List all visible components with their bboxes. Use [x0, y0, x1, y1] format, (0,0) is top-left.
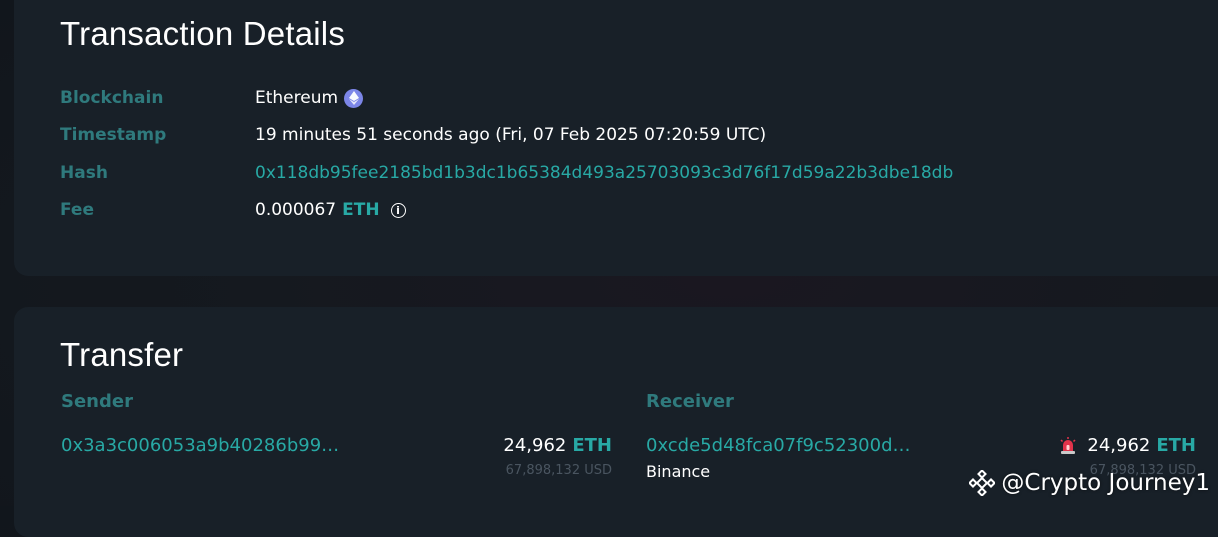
receiver-address-link[interactable]: 0xcde5d48fca07f9c52300d…: [646, 435, 911, 456]
hash-label: Hash: [60, 163, 108, 183]
receiver-amount-unit: ETH: [1156, 435, 1196, 456]
transfer-card: Transfer Sender 0x3a3c006053a9b40286b99……: [14, 307, 1218, 537]
watermark: @Crypto Journey1: [969, 470, 1210, 496]
receiver-heading: Receiver: [646, 391, 734, 412]
sender-amount-value: 24,962: [503, 435, 567, 456]
hash-link[interactable]: 0x118db95fee2185bd1b3dc1b65384d493a25703…: [255, 163, 953, 183]
fee-row: Fee 0.000067 ETH i: [60, 198, 406, 222]
blockchain-name: Ethereum: [255, 88, 339, 108]
receiver-entity-label: Binance: [646, 462, 711, 481]
timestamp-row: Timestamp 19 minutes 51 seconds ago (Fri…: [60, 123, 766, 147]
blockchain-label: Blockchain: [60, 88, 164, 108]
blockchain-row: Blockchain Ethereum: [60, 86, 364, 110]
timestamp-value: 19 minutes 51 seconds ago (Fri, 07 Feb 2…: [255, 125, 767, 145]
receiver-amount: 24,962 ETH: [1059, 435, 1196, 456]
blockchain-value: Ethereum: [255, 88, 364, 108]
sender-usd-value: 67,898,132 USD: [505, 463, 612, 478]
timestamp-label: Timestamp: [60, 125, 167, 145]
sender-amount-unit: ETH: [572, 435, 612, 456]
fee-amount: 0.000067: [255, 200, 337, 220]
alarm-siren-icon: [1060, 436, 1076, 454]
transaction-details-title: Transaction Details: [60, 15, 346, 52]
hash-row: Hash 0x118db95fee2185bd1b3dc1b65384d493a…: [60, 161, 953, 185]
sender-amount: 24,962 ETH: [503, 435, 612, 456]
fee-unit: ETH: [342, 200, 380, 220]
fee-value: 0.000067 ETH i: [255, 200, 406, 220]
watermark-text: @Crypto Journey1: [1001, 470, 1210, 496]
fee-label: Fee: [60, 200, 94, 220]
receiver-amount-value: 24,962: [1087, 435, 1151, 456]
transaction-details-card: Transaction Details Blockchain Ethereum …: [14, 0, 1218, 276]
sender-heading: Sender: [61, 391, 133, 412]
ethereum-icon: [344, 88, 364, 108]
sender-address-link[interactable]: 0x3a3c006053a9b40286b99…: [61, 435, 339, 456]
binance-logo-icon: [969, 470, 996, 496]
transfer-title: Transfer: [60, 336, 184, 373]
info-icon[interactable]: i: [390, 202, 406, 218]
